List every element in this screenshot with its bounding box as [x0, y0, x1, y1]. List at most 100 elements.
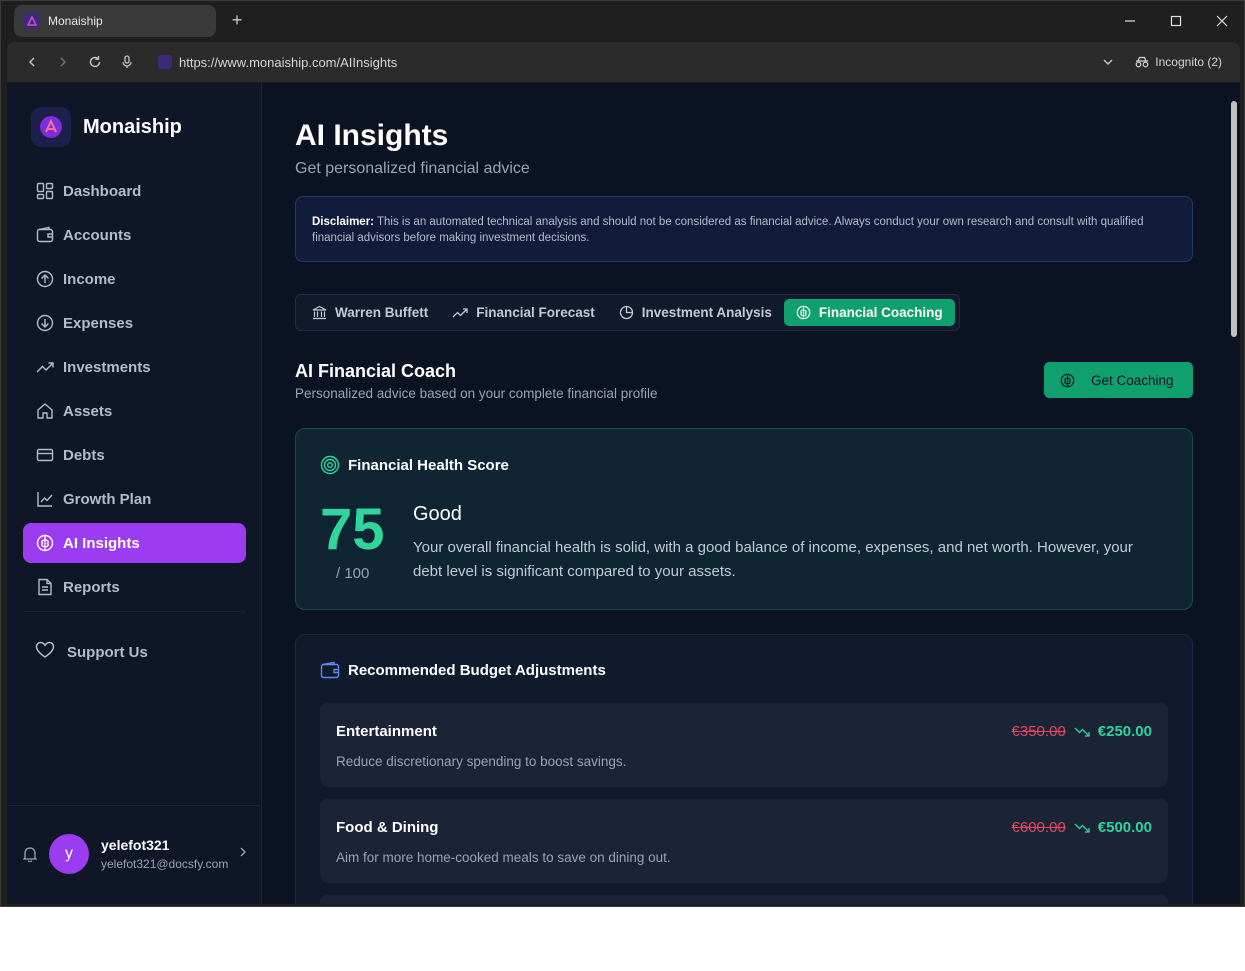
- sidebar-item-label: AI Insights: [63, 534, 140, 552]
- budget-adjustment-item: [320, 895, 1168, 904]
- adjustment-old-value: €600.00: [1011, 819, 1066, 836]
- bell-icon[interactable]: [23, 846, 37, 862]
- credit-card-icon: [35, 445, 55, 465]
- heart-icon: [35, 641, 55, 663]
- coach-subtitle: Personalized advice based on your comple…: [295, 386, 658, 401]
- arrow-up-circle-icon: [35, 269, 55, 289]
- tab-financial-coaching[interactable]: Financial Coaching: [783, 299, 955, 326]
- tab-label: Financial Coaching: [818, 305, 943, 320]
- health-card-title: Financial Health Score: [320, 455, 509, 475]
- trending-up-icon: [452, 306, 468, 320]
- forward-icon[interactable]: [54, 53, 72, 71]
- back-icon[interactable]: [23, 53, 41, 71]
- adjustment-category: Food & Dining: [336, 819, 439, 836]
- health-score-description: Your overall financial health is solid, …: [413, 539, 1133, 580]
- grid-icon: [35, 181, 55, 201]
- tab-label: Financial Forecast: [476, 305, 595, 320]
- adjustment-description: Aim for more home-cooked meals to save o…: [336, 850, 671, 865]
- user-name: yelefot321: [101, 837, 170, 853]
- page-subtitle: Get personalized financial advice: [295, 160, 530, 177]
- financial-health-card: Financial Health Score 75 / 100 Good You…: [295, 428, 1193, 610]
- user-info: yelefot321 yelefot321@docsfy.com: [101, 837, 228, 871]
- chevron-right-icon[interactable]: [238, 845, 248, 863]
- arrow-down-circle-icon: [35, 313, 55, 333]
- main-content: AI Insights Get personalized financial a…: [295, 83, 1193, 904]
- incognito-indicator[interactable]: Incognito (2): [1135, 55, 1222, 69]
- budget-card-title: Recommended Budget Adjustments: [320, 661, 606, 679]
- wallet-icon: [320, 661, 340, 679]
- url-text[interactable]: https://www.monaiship.com/AIInsights: [179, 55, 397, 70]
- sidebar-item-label: Accounts: [63, 226, 132, 244]
- get-coaching-label: Get Coaching: [1091, 372, 1174, 388]
- sidebar-item-growth-plan[interactable]: Growth Plan: [23, 479, 246, 519]
- close-icon[interactable]: [1212, 11, 1232, 31]
- brain-icon: [1060, 373, 1075, 388]
- url-favicon-icon: [158, 55, 172, 69]
- reload-icon[interactable]: [86, 53, 104, 71]
- adjustment-category: Entertainment: [336, 723, 437, 740]
- sidebar-item-label: Growth Plan: [63, 490, 152, 508]
- tab-financial-forecast[interactable]: Financial Forecast: [452, 305, 595, 320]
- sidebar-item-label: Assets: [63, 402, 113, 420]
- browser-tab[interactable]: Monaiship: [14, 5, 216, 37]
- sidebar-item-label: Dashboard: [63, 182, 142, 200]
- budget-title-text: Recommended Budget Adjustments: [348, 661, 606, 679]
- brand[interactable]: Monaiship: [31, 107, 182, 147]
- chevron-down-icon[interactable]: [1102, 55, 1114, 73]
- sidebar-item-income[interactable]: Income: [23, 259, 246, 299]
- home-icon: [35, 401, 55, 421]
- trending-down-icon: [1074, 822, 1090, 834]
- coach-title: AI Financial Coach: [295, 361, 457, 381]
- adjustment-values: €350.00 €250.00: [1012, 723, 1152, 740]
- title-bar: Monaiship +: [1, 1, 1244, 42]
- trending-down-icon: [1074, 726, 1090, 738]
- health-score: 75: [320, 497, 385, 562]
- line-chart-icon: [35, 489, 55, 509]
- tab-warren-buffett[interactable]: Warren Buffett: [312, 305, 428, 320]
- scrollbar[interactable]: [1228, 83, 1240, 904]
- maximize-icon[interactable]: [1166, 11, 1186, 31]
- tab-label: Warren Buffett: [335, 305, 429, 320]
- new-tab-button[interactable]: +: [227, 10, 247, 31]
- adjustment-description: Reduce discretionary spending to boost s…: [336, 754, 627, 769]
- user-divider: [7, 805, 262, 806]
- support-us-link[interactable]: Support Us: [35, 641, 148, 663]
- incognito-label: Incognito (2): [1155, 55, 1222, 69]
- pie-chart-icon: [619, 305, 634, 320]
- incognito-icon: [1135, 56, 1149, 68]
- health-score-max: / 100: [336, 565, 370, 582]
- sidebar-item-investments[interactable]: Investments: [23, 347, 246, 387]
- sidebar-nav: Dashboard Accounts Income Expenses Inves…: [23, 171, 246, 611]
- health-title-text: Financial Health Score: [348, 456, 509, 474]
- scrollbar-thumb[interactable]: [1231, 101, 1237, 337]
- minimize-icon[interactable]: [1120, 11, 1140, 31]
- brand-name: Monaiship: [83, 115, 182, 138]
- sidebar-item-label: Expenses: [63, 314, 134, 332]
- sidebar-item-debts[interactable]: Debts: [23, 435, 246, 475]
- avatar: y: [49, 834, 89, 874]
- wallet-icon: [35, 225, 55, 245]
- user-menu[interactable]: y yelefot321 yelefot321@docsfy.com: [23, 831, 248, 877]
- adjustment-new-value: €500.00: [1097, 819, 1152, 836]
- sidebar-item-dashboard[interactable]: Dashboard: [23, 171, 246, 211]
- brand-logo-icon: [31, 107, 71, 147]
- sidebar-item-reports[interactable]: Reports: [23, 567, 246, 607]
- sidebar-item-label: Debts: [63, 446, 105, 464]
- sidebar-item-expenses[interactable]: Expenses: [23, 303, 246, 343]
- get-coaching-button[interactable]: Get Coaching: [1044, 362, 1193, 398]
- sidebar-item-assets[interactable]: Assets: [23, 391, 246, 431]
- adjustment-values: €600.00 €500.00: [1012, 819, 1152, 836]
- budget-adjustment-item: Food & Dining Aim for more home-cooked m…: [320, 799, 1168, 883]
- bank-icon: [312, 305, 327, 320]
- address-bar: https://www.monaiship.com/AIInsights Inc…: [7, 42, 1240, 82]
- sidebar-item-label: Investments: [63, 358, 151, 376]
- brain-icon: [796, 305, 811, 320]
- target-icon: [320, 455, 340, 475]
- user-email: yelefot321@docsfy.com: [101, 857, 229, 871]
- tab-investment-analysis[interactable]: Investment Analysis: [619, 305, 772, 320]
- document-icon: [35, 577, 55, 597]
- disclaimer-box: Disclaimer: This is an automated technic…: [295, 196, 1193, 262]
- sidebar-item-ai-insights[interactable]: AI Insights: [23, 523, 246, 563]
- microphone-icon[interactable]: [118, 53, 136, 71]
- sidebar-item-accounts[interactable]: Accounts: [23, 215, 246, 255]
